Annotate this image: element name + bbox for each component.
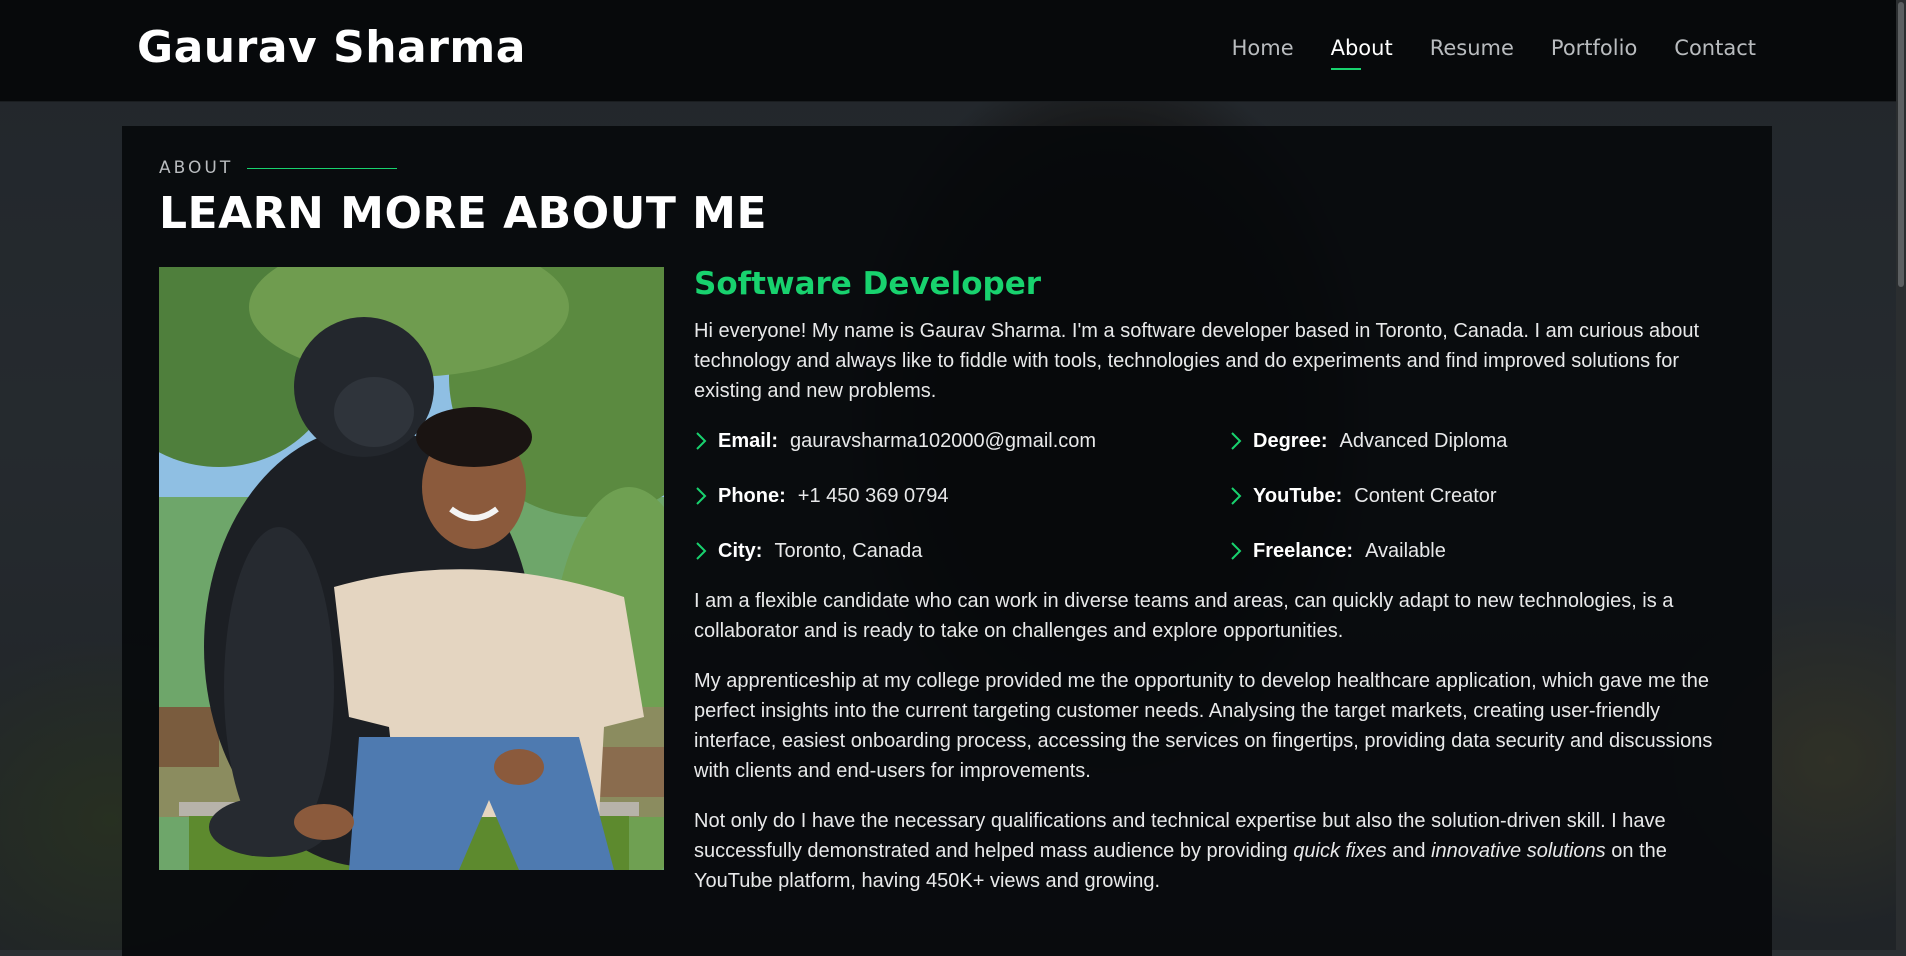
chevron-right-icon bbox=[1231, 432, 1242, 450]
fact-label: City: bbox=[718, 539, 763, 562]
scrollbar-thumb[interactable] bbox=[1898, 2, 1904, 287]
intro-paragraph: Hi everyone! My name is Gaurav Sharma. I… bbox=[694, 320, 1700, 402]
paragraph-apprenticeship: My apprenticeship at my college provided… bbox=[694, 670, 1713, 782]
fact-label: Email: bbox=[718, 429, 779, 452]
profile-photo-illustration bbox=[159, 267, 664, 870]
chevron-right-icon bbox=[696, 542, 707, 560]
chevron-right-icon bbox=[1231, 542, 1242, 560]
fact-city: City: Toronto, Canada bbox=[694, 536, 1229, 566]
fact-label: Freelance: bbox=[1253, 539, 1354, 562]
chevron-right-icon bbox=[696, 432, 707, 450]
fact-value: Content Creator bbox=[1354, 484, 1497, 507]
paragraph-flexible: I am a flexible candidate who can work i… bbox=[694, 590, 1674, 642]
about-section: ABOUT LEARN MORE ABOUT ME Software Devel… bbox=[122, 126, 1772, 956]
site-header: Gaurav Sharma Home About Resume Portfoli… bbox=[0, 0, 1906, 102]
fact-phone: Phone: +1 450 369 0794 bbox=[694, 481, 1229, 511]
fact-value[interactable]: +1 450 369 0794 bbox=[798, 485, 949, 508]
emphasis-quick-fixes: quick fixes bbox=[1293, 840, 1387, 862]
section-label-divider bbox=[247, 167, 398, 169]
fact-email: Email: gauravsharma102000@gmail.com bbox=[694, 426, 1229, 456]
nav-home[interactable]: Home bbox=[1232, 36, 1294, 68]
site-logo[interactable]: Gaurav Sharma bbox=[137, 22, 526, 73]
page-scrollbar[interactable] bbox=[1896, 0, 1906, 950]
nav-contact[interactable]: Contact bbox=[1674, 36, 1756, 68]
profile-photo bbox=[159, 267, 664, 870]
nav-portfolio[interactable]: Portfolio bbox=[1551, 36, 1637, 68]
fact-label: Degree: bbox=[1253, 429, 1328, 452]
emphasis-innovative-solutions: innovative solutions bbox=[1431, 840, 1606, 862]
section-title: LEARN MORE ABOUT ME bbox=[159, 188, 768, 239]
fact-value: Available bbox=[1365, 539, 1446, 562]
about-content: Software Developer Hi everyone! My name … bbox=[694, 266, 1744, 916]
chevron-right-icon bbox=[1231, 487, 1242, 505]
fact-value: Advanced Diploma bbox=[1339, 429, 1508, 452]
nav-about[interactable]: About bbox=[1330, 36, 1393, 70]
main-nav: Home About Resume Portfolio Contact bbox=[1232, 36, 1756, 70]
paragraph-youtube: Not only do I have the necessary qualifi… bbox=[694, 806, 1744, 896]
fact-degree: Degree: Advanced Diploma bbox=[1229, 426, 1729, 456]
chevron-right-icon bbox=[696, 487, 707, 505]
fact-label: Phone: bbox=[718, 484, 786, 507]
section-label-text: ABOUT bbox=[159, 158, 234, 178]
paragraph-text: and bbox=[1386, 840, 1432, 862]
fact-value: Toronto, Canada bbox=[774, 539, 923, 562]
fact-value[interactable]: gauravsharma102000@gmail.com bbox=[790, 430, 1096, 453]
fact-freelance: Freelance: Available bbox=[1229, 536, 1729, 566]
fact-label: YouTube: bbox=[1253, 484, 1343, 507]
nav-resume[interactable]: Resume bbox=[1430, 36, 1514, 68]
section-label: ABOUT bbox=[159, 158, 398, 178]
facts-grid: Email: gauravsharma102000@gmail.com Degr… bbox=[694, 426, 1744, 566]
fact-youtube: YouTube: Content Creator bbox=[1229, 481, 1729, 511]
role-heading: Software Developer bbox=[694, 266, 1042, 302]
